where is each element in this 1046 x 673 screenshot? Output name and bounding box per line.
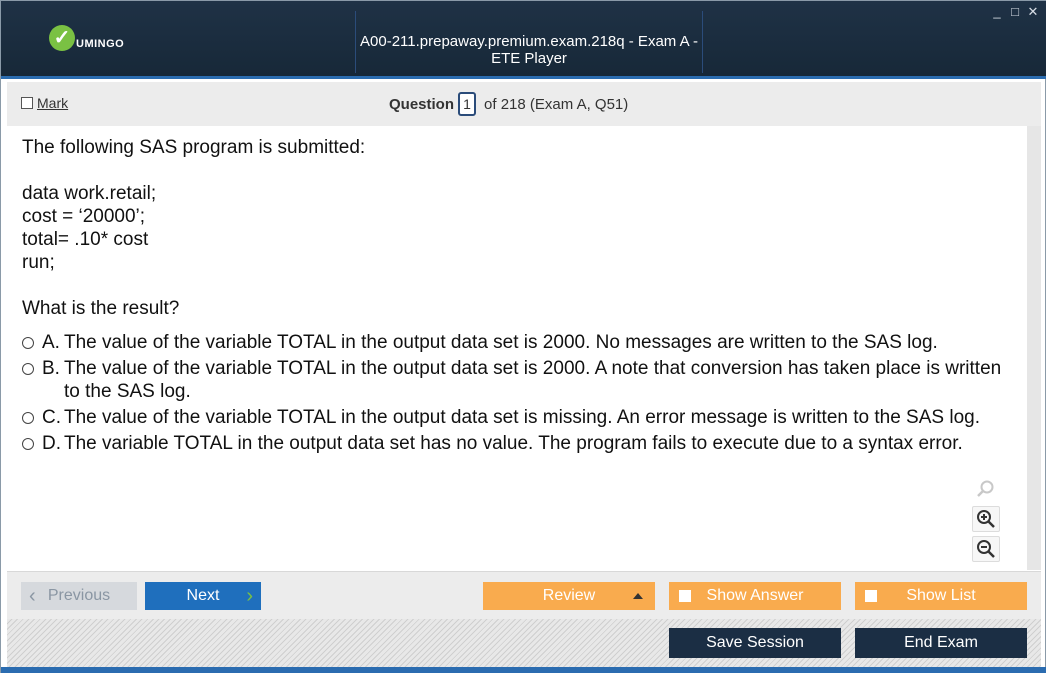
- option-text: The value of the variable TOTAL in the o…: [64, 332, 938, 353]
- search-icon[interactable]: [972, 476, 1000, 502]
- review-button[interactable]: Review: [483, 582, 655, 610]
- show-list-label: Show List: [906, 587, 976, 604]
- answer-option-a[interactable]: A. The value of the variable TOTAL in th…: [22, 331, 1012, 354]
- question-bar: Mark Question 1 of 218 (Exam A, Q51): [7, 82, 1041, 126]
- answer-option-d[interactable]: D. The variable TOTAL in the output data…: [22, 432, 1012, 455]
- answer-option-c[interactable]: C. The value of the variable TOTAL in th…: [22, 406, 1012, 429]
- bottom-border: [1, 667, 1046, 673]
- caret-up-icon: [633, 593, 643, 599]
- mark-label[interactable]: Mark: [37, 95, 68, 111]
- question-intro: The following SAS program is submitted:: [22, 137, 366, 158]
- option-text: The value of the variable TOTAL in the o…: [64, 407, 980, 428]
- question-text: What is the result?: [22, 298, 180, 319]
- window-title: A00-211.prepaway.premium.exam.218q - Exa…: [360, 33, 698, 67]
- radio-button[interactable]: [22, 337, 34, 349]
- zoom-tools: [971, 476, 1001, 562]
- title-bar: ✓ UMINGO A00-211.prepaway.premium.exam.2…: [1, 1, 1046, 79]
- show-answer-label: Show Answer: [706, 587, 804, 604]
- show-list-checkbox[interactable]: [865, 590, 877, 602]
- previous-button[interactable]: ‹ Previous: [21, 582, 137, 610]
- save-session-button[interactable]: Save Session: [669, 628, 841, 658]
- chevron-left-icon: ‹: [29, 584, 36, 607]
- code-block: data work.retail; cost = ‘20000’; total=…: [22, 182, 1012, 274]
- show-list-button[interactable]: Show List: [855, 582, 1027, 610]
- question-total: of 218 (Exam A, Q51): [484, 95, 629, 113]
- radio-button[interactable]: [22, 363, 34, 375]
- option-letter: C.: [42, 407, 61, 428]
- chevron-right-icon: ›: [246, 584, 253, 607]
- mark-checkbox[interactable]: Mark: [21, 95, 68, 111]
- maximize-button[interactable]: □: [1009, 4, 1021, 20]
- mark-checkbox-box[interactable]: [21, 97, 33, 109]
- option-text: The variable TOTAL in the output data se…: [64, 433, 963, 454]
- next-button[interactable]: Next ›: [145, 582, 261, 610]
- answer-option-b[interactable]: B. The value of the variable TOTAL in th…: [22, 357, 1012, 403]
- footer-bar: Save Session End Exam: [7, 619, 1041, 667]
- code-line: cost = ‘20000’;: [22, 206, 146, 227]
- code-line: run;: [22, 252, 55, 273]
- option-letter: A.: [42, 332, 60, 353]
- code-line: total= .10* cost: [22, 229, 149, 250]
- logo-text: UMINGO: [76, 38, 125, 50]
- question-content: The following SAS program is submitted: …: [7, 126, 1027, 570]
- navigation-bar: ‹ Previous Next › Review Show Answer Sho…: [7, 571, 1041, 619]
- review-label: Review: [542, 587, 596, 604]
- vumingo-logo: ✓ UMINGO: [49, 25, 124, 51]
- previous-label: Previous: [47, 587, 111, 604]
- question-label: Question: [389, 95, 455, 113]
- title-divider: [702, 11, 703, 73]
- code-line: data work.retail;: [22, 183, 157, 204]
- zoom-out-icon[interactable]: [972, 536, 1000, 562]
- zoom-in-icon[interactable]: [972, 506, 1000, 532]
- radio-button[interactable]: [22, 438, 34, 450]
- option-letter: D.: [42, 433, 61, 454]
- end-exam-button[interactable]: End Exam: [855, 628, 1027, 658]
- logo-check-icon: ✓: [49, 25, 75, 51]
- close-button[interactable]: ✕: [1027, 4, 1039, 20]
- question-indicator: Question 1 of 218 (Exam A, Q51): [389, 92, 628, 116]
- next-label: Next: [186, 587, 220, 604]
- option-letter: B.: [42, 358, 60, 379]
- show-answer-checkbox[interactable]: [679, 590, 691, 602]
- question-number-input[interactable]: 1: [458, 92, 477, 116]
- radio-button[interactable]: [22, 412, 34, 424]
- option-text: The value of the variable TOTAL in the o…: [64, 358, 1002, 402]
- minimize-button[interactable]: _: [991, 4, 1003, 20]
- vertical-scrollbar[interactable]: [1027, 126, 1041, 570]
- show-answer-button[interactable]: Show Answer: [669, 582, 841, 610]
- window-controls: _ □ ✕: [991, 4, 1039, 20]
